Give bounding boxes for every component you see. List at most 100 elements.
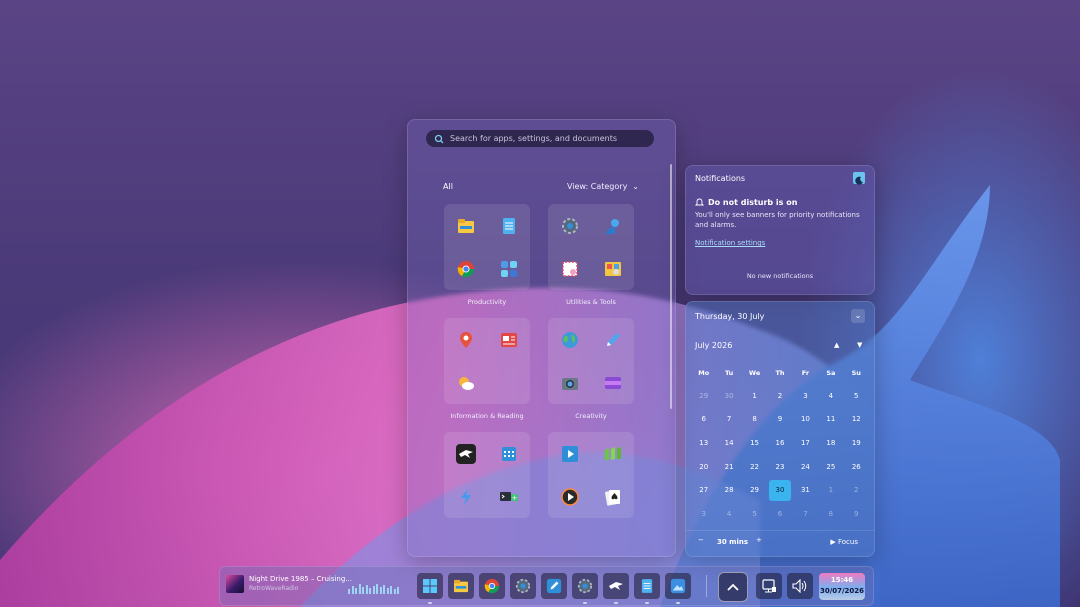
calendar-day[interactable]: 2 (767, 384, 792, 408)
maps-icon[interactable] (456, 330, 476, 350)
volume-button[interactable] (787, 573, 813, 599)
weather-icon[interactable] (456, 373, 476, 393)
taskbar-game[interactable] (603, 573, 629, 604)
calendar-day[interactable]: 23 (767, 455, 792, 479)
calendar-day[interactable]: 8 (818, 502, 843, 526)
calendar-day[interactable]: 25 (818, 455, 843, 479)
taskbar-settings-2[interactable] (572, 573, 598, 604)
start-focus-button[interactable]: ▶ Focus (830, 538, 858, 546)
calendar-day[interactable]: 16 (767, 431, 792, 455)
calendar-day[interactable]: 1 (742, 384, 767, 408)
category-productivity[interactable]: Productivity (444, 204, 530, 306)
filter-all[interactable]: All (443, 182, 453, 191)
file-explorer-icon[interactable] (456, 216, 476, 236)
control-panel-icon[interactable] (603, 259, 623, 279)
solitaire-board-icon[interactable] (603, 444, 623, 464)
calendar-day[interactable]: 7 (716, 408, 741, 432)
calendar-day[interactable]: 27 (691, 478, 716, 502)
scrollbar[interactable] (670, 164, 672, 409)
notification-settings-link[interactable]: Notification settings (695, 239, 765, 247)
view-category-dropdown[interactable]: View: Category ⌄ (567, 182, 639, 191)
taskbar-notepad[interactable] (634, 573, 660, 604)
calendar-day[interactable]: 12 (844, 408, 869, 432)
search-box[interactable]: Search for apps, settings, and documents (426, 130, 654, 147)
calendar-day[interactable]: 19 (844, 431, 869, 455)
media-player-icon[interactable] (560, 444, 580, 464)
calendar-day[interactable]: 9 (844, 502, 869, 526)
draw-icon[interactable] (603, 330, 623, 350)
settings-icon[interactable] (560, 216, 580, 236)
previous-month-button[interactable]: ▲ (834, 341, 839, 349)
video-editor-icon[interactable] (603, 373, 623, 393)
category-media[interactable] (548, 432, 634, 518)
month-label[interactable]: July 2026 (695, 341, 732, 350)
calendar-day[interactable]: 6 (691, 408, 716, 432)
media-widget[interactable]: Night Drive 1985 – Cruising... RetroWave… (226, 575, 352, 593)
calendar-day[interactable]: 5 (742, 502, 767, 526)
calendar-day[interactable]: 29 (691, 384, 716, 408)
solitaire-icon[interactable] (603, 487, 623, 507)
calendar-day[interactable]: 14 (716, 431, 741, 455)
calendar-day[interactable]: 22 (742, 455, 767, 479)
taskbar-file-explorer[interactable] (448, 573, 474, 599)
calendar-day[interactable]: 11 (818, 408, 843, 432)
calendar-icon[interactable] (499, 444, 519, 464)
camera-icon[interactable] (560, 373, 580, 393)
calendar-day[interactable]: 9 (767, 408, 792, 432)
category-games[interactable]: + (444, 432, 530, 518)
news-icon[interactable] (499, 330, 519, 350)
calendar-day[interactable]: 4 (818, 384, 843, 408)
decrease-focus-button[interactable]: − (698, 536, 704, 544)
calendar-day[interactable]: 13 (691, 431, 716, 455)
calendar-day[interactable]: 29 (742, 478, 767, 502)
calendar-day[interactable]: 30 (716, 384, 741, 408)
do-not-disturb-toggle[interactable] (853, 172, 865, 185)
show-hidden-icons-button[interactable] (718, 572, 748, 602)
increase-focus-button[interactable]: + (756, 536, 762, 544)
calendar-day[interactable]: 6 (767, 502, 792, 526)
category-creativity[interactable]: Creativity (548, 318, 634, 420)
taskbar-settings[interactable] (510, 573, 536, 599)
game-eagle-icon[interactable] (455, 443, 476, 464)
power-automate-icon[interactable] (456, 487, 476, 507)
category-information-reading[interactable]: Information & Reading (444, 318, 530, 420)
category-utilities-tools[interactable]: Utilities & Tools (548, 204, 634, 306)
browser-globe-icon[interactable] (560, 330, 580, 350)
calendar-day[interactable]: 17 (793, 431, 818, 455)
clock-time: 15:46 (830, 576, 854, 584)
people-icon[interactable] (603, 216, 623, 236)
calendar-day[interactable]: 26 (844, 455, 869, 479)
calendar-day[interactable]: 7 (793, 502, 818, 526)
play-icon[interactable] (560, 487, 580, 507)
calendar-day[interactable]: 28 (716, 478, 741, 502)
calendar-day[interactable]: 24 (793, 455, 818, 479)
calendar-day[interactable]: 3 (691, 502, 716, 526)
start-button[interactable] (417, 573, 443, 604)
calendar-day[interactable]: 8 (742, 408, 767, 432)
calendar-day[interactable]: 18 (818, 431, 843, 455)
taskbar-photos[interactable] (665, 573, 691, 604)
snipping-tool-icon[interactable] (560, 259, 580, 279)
category-label: Utilities & Tools (566, 298, 616, 306)
notepad-icon[interactable] (499, 216, 519, 236)
next-month-button[interactable]: ▼ (857, 341, 862, 349)
calendar-day[interactable]: 30 (767, 478, 792, 502)
calendar-day[interactable]: 2 (844, 478, 869, 502)
taskbar-chrome[interactable] (479, 573, 505, 599)
calendar-day[interactable]: 10 (793, 408, 818, 432)
chrome-icon[interactable] (456, 259, 476, 279)
calendar-day[interactable]: 20 (691, 455, 716, 479)
network-button[interactable] (756, 573, 782, 599)
taskbar-editor[interactable] (541, 573, 567, 599)
collapse-calendar-button[interactable]: ⌄ (851, 309, 865, 323)
terminal-icon[interactable]: + (499, 487, 519, 507)
calendar-day[interactable]: 1 (818, 478, 843, 502)
calendar-day[interactable]: 5 (844, 384, 869, 408)
calendar-day[interactable]: 15 (742, 431, 767, 455)
clock-date-button[interactable]: 15:46 30/07/2026 (819, 573, 865, 600)
calendar-day[interactable]: 21 (716, 455, 741, 479)
calendar-day[interactable]: 4 (716, 502, 741, 526)
calendar-day[interactable]: 3 (793, 384, 818, 408)
widgets-icon[interactable] (499, 259, 519, 279)
calendar-day[interactable]: 31 (793, 478, 818, 502)
